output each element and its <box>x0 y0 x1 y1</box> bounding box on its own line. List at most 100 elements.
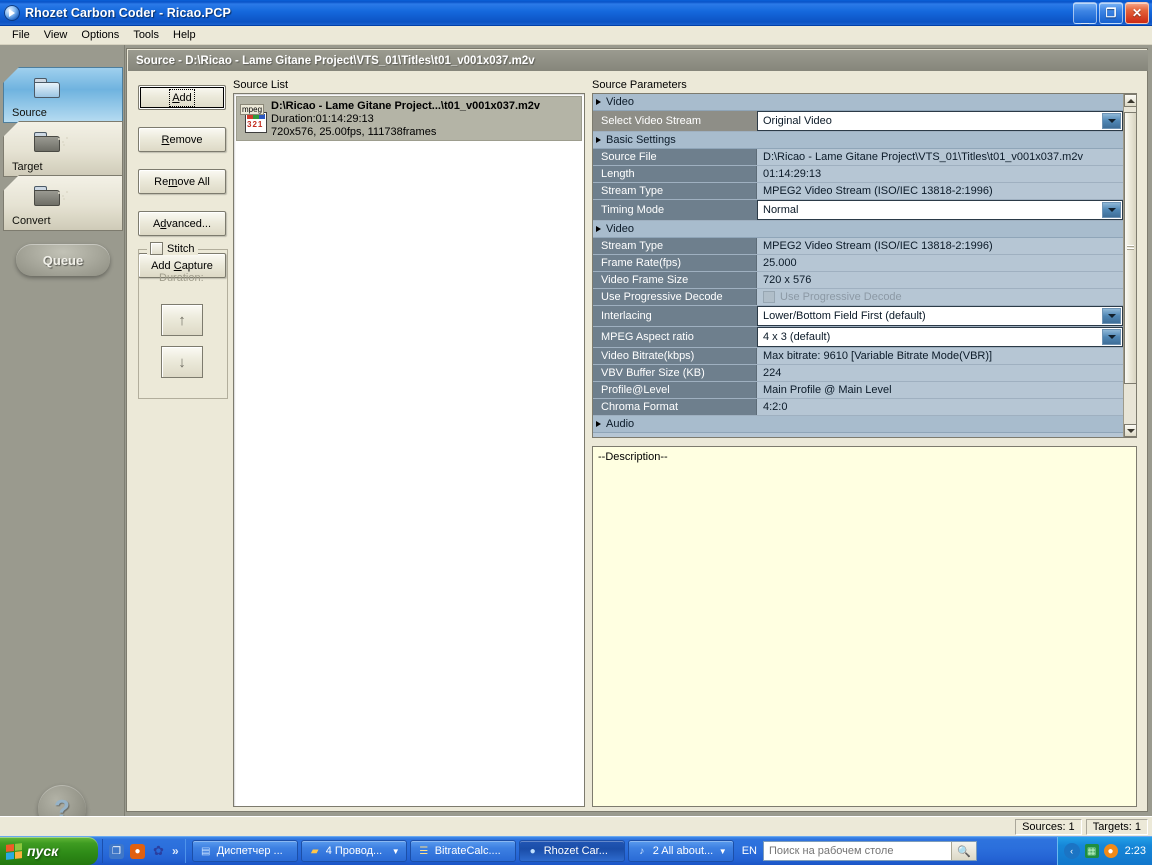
start-button[interactable]: пуск <box>0 837 98 865</box>
grid-row-name: Video Bitrate(kbps) <box>593 348 757 364</box>
grid-category-row[interactable]: Basic Settings <box>593 132 1123 149</box>
grid-row-name: Use Progressive Decode <box>593 289 757 305</box>
timing-mode-combo[interactable]: Normal <box>757 200 1123 220</box>
mpeg-file-icon: mpeg 321 <box>240 102 267 133</box>
scroll-up-button[interactable] <box>1124 94 1136 107</box>
table-row[interactable]: Select Video Stream Original Video <box>593 111 1123 132</box>
minimize-button[interactable]: _ <box>1073 2 1097 24</box>
list-item[interactable]: mpeg 321 D:\Ricao - Lame Gitane Project.… <box>236 96 582 141</box>
add-button[interactable]: Add <box>138 85 226 110</box>
butterfly-icon[interactable]: ✿ <box>151 843 166 859</box>
taskbar-item-explorer[interactable]: ▰ 4 Провод... ▼ <box>300 840 407 862</box>
menu-item-tools[interactable]: Tools <box>126 27 166 43</box>
quick-launch-more-icon[interactable]: » <box>172 844 179 858</box>
collapse-triangle-icon[interactable] <box>596 226 601 232</box>
queue-button-label: Queue <box>42 252 84 268</box>
menu-item-file[interactable]: File <box>5 27 37 43</box>
table-row[interactable]: Profile@Level Main Profile @ Main Level <box>593 382 1123 399</box>
remove-button[interactable]: Remove <box>138 127 226 152</box>
table-row[interactable]: Stream Type MPEG2 Video Stream (ISO/IEC … <box>593 183 1123 200</box>
taskbar-item-rhozet[interactable]: ● Rhozet Car... <box>518 840 625 862</box>
grid-row-value: MPEG2 Video Stream (ISO/IEC 13818-2:1996… <box>757 183 1123 199</box>
grid-category-row[interactable]: Video <box>593 94 1123 111</box>
search-input[interactable] <box>763 844 951 858</box>
chevron-down-icon[interactable]: ▼ <box>392 847 400 856</box>
chevron-down-icon[interactable] <box>1102 202 1121 218</box>
menu-item-view[interactable]: View <box>37 27 75 43</box>
collapse-triangle-icon[interactable] <box>596 137 601 143</box>
clock[interactable]: 2:23 <box>1125 845 1146 857</box>
updates-icon[interactable]: ● <box>1103 844 1118 858</box>
maximize-button[interactable]: ❐ <box>1099 2 1123 24</box>
taskbar-item-label: BitrateCalc.... <box>434 845 501 857</box>
tray-expand-icon[interactable]: ‹ <box>1063 843 1080 859</box>
menu-item-help[interactable]: Help <box>166 27 203 43</box>
source-parameters-grid[interactable]: Video Select Video Stream Original Video… <box>592 93 1137 438</box>
source-parameters-label: Source Parameters <box>592 79 687 91</box>
scrollbar-thumb[interactable] <box>1124 112 1136 384</box>
collapse-triangle-icon[interactable] <box>596 421 601 427</box>
grid-row-value: 720 x 576 <box>757 272 1123 288</box>
language-indicator[interactable]: EN <box>742 845 757 857</box>
taskbar-item-task-manager[interactable]: ▤ Диспетчер ... <box>191 840 298 862</box>
table-row[interactable]: Length 01:14:29:13 <box>593 166 1123 183</box>
sidebar-item-source-label: Source <box>12 107 47 119</box>
collapse-triangle-icon[interactable] <box>596 99 601 105</box>
interlacing-combo[interactable]: Lower/Bottom Field First (default) <box>757 306 1123 326</box>
advanced-button-post: vanced... <box>166 217 212 230</box>
show-desktop-icon[interactable]: ❐ <box>109 843 124 859</box>
magnifier-icon[interactable]: 🔍 <box>950 842 976 860</box>
grid-category-label: Video <box>606 96 634 108</box>
table-row[interactable]: Video Frame Size 720 x 576 <box>593 272 1123 289</box>
menu-item-options[interactable]: Options <box>74 27 126 43</box>
close-button[interactable]: ✕ <box>1125 2 1149 24</box>
table-row[interactable]: Use Progressive Decode Use Progressive D… <box>593 289 1123 306</box>
taskbar-item-media-player[interactable]: ♪ 2 All about... ▼ <box>627 840 734 862</box>
mpeg-aspect-ratio-combo[interactable]: 4 x 3 (default) <box>757 327 1123 347</box>
grid-vertical-scrollbar[interactable] <box>1123 94 1136 437</box>
table-row[interactable]: MPEG Aspect ratio 4 x 3 (default) <box>593 327 1123 348</box>
remove-all-button[interactable]: Remove All <box>138 169 226 194</box>
chevron-down-icon[interactable]: ▼ <box>719 847 727 856</box>
table-row[interactable]: Stream Type MPEG2 Video Stream (ISO/IEC … <box>593 238 1123 255</box>
source-list[interactable]: mpeg 321 D:\Ricao - Lame Gitane Project.… <box>233 93 585 807</box>
stitch-checkbox[interactable] <box>150 242 163 255</box>
windows-flag-icon <box>6 842 22 860</box>
network-icon[interactable]: ▦ <box>1084 844 1099 858</box>
arrow-down-icon: ↓ <box>178 353 186 371</box>
table-row[interactable]: Source File D:\Ricao - Lame Gitane Proje… <box>593 149 1123 166</box>
application-window: Rhozet Carbon Coder - Ricao.PCP _ ❐ ✕ Fi… <box>0 0 1152 865</box>
table-row[interactable]: Interlacing Lower/Bottom Field First (de… <box>593 306 1123 327</box>
folder-icon <box>34 132 60 152</box>
use-progressive-decode-checkbox: Use Progressive Decode <box>757 289 1123 305</box>
grid-row-value: Max bitrate: 9610 [Variable Bitrate Mode… <box>757 348 1123 364</box>
chevron-down-icon[interactable] <box>1102 329 1121 345</box>
sidebar-item-target[interactable]: Target <box>3 121 123 177</box>
grid-category-row[interactable]: Video <box>593 221 1123 238</box>
table-row[interactable]: Video Bitrate(kbps) Max bitrate: 9610 [V… <box>593 348 1123 365</box>
table-row[interactable]: Chroma Format 4:2:0 <box>593 399 1123 416</box>
table-row[interactable]: Timing Mode Normal <box>593 200 1123 221</box>
taskbar-item-bitratecalc[interactable]: ☰ BitrateCalc.... <box>409 840 516 862</box>
chevron-down-icon[interactable] <box>1102 308 1121 324</box>
table-row[interactable]: VBV Buffer Size (KB) 224 <box>593 365 1123 382</box>
source-list-label: Source List <box>233 79 289 91</box>
minimize-icon: _ <box>1081 9 1089 25</box>
sidebar-item-convert[interactable]: Convert <box>3 175 123 231</box>
firefox-icon[interactable]: ● <box>130 843 145 859</box>
sidebar-item-source[interactable]: Source <box>3 67 123 123</box>
table-row[interactable]: Frame Rate(fps) 25.000 <box>593 255 1123 272</box>
list-item-title: D:\Ricao - Lame Gitane Project...\t01_v0… <box>271 100 541 112</box>
move-up-button[interactable]: ↑ <box>161 304 203 336</box>
duration-label: Duration: <box>159 272 204 284</box>
grid-category-row[interactable]: Audio <box>593 416 1123 433</box>
desktop-search-box[interactable]: 🔍 <box>762 841 977 861</box>
select-video-stream-combo[interactable]: Original Video <box>757 111 1123 131</box>
description-box[interactable]: --Description-- <box>592 446 1137 807</box>
advanced-button[interactable]: Advanced... <box>138 211 226 236</box>
move-down-button[interactable]: ↓ <box>161 346 203 378</box>
queue-button[interactable]: Queue <box>16 244 110 276</box>
media-player-icon: ♪ <box>639 845 645 857</box>
scroll-down-button[interactable] <box>1124 424 1136 437</box>
chevron-down-icon[interactable] <box>1102 113 1121 129</box>
